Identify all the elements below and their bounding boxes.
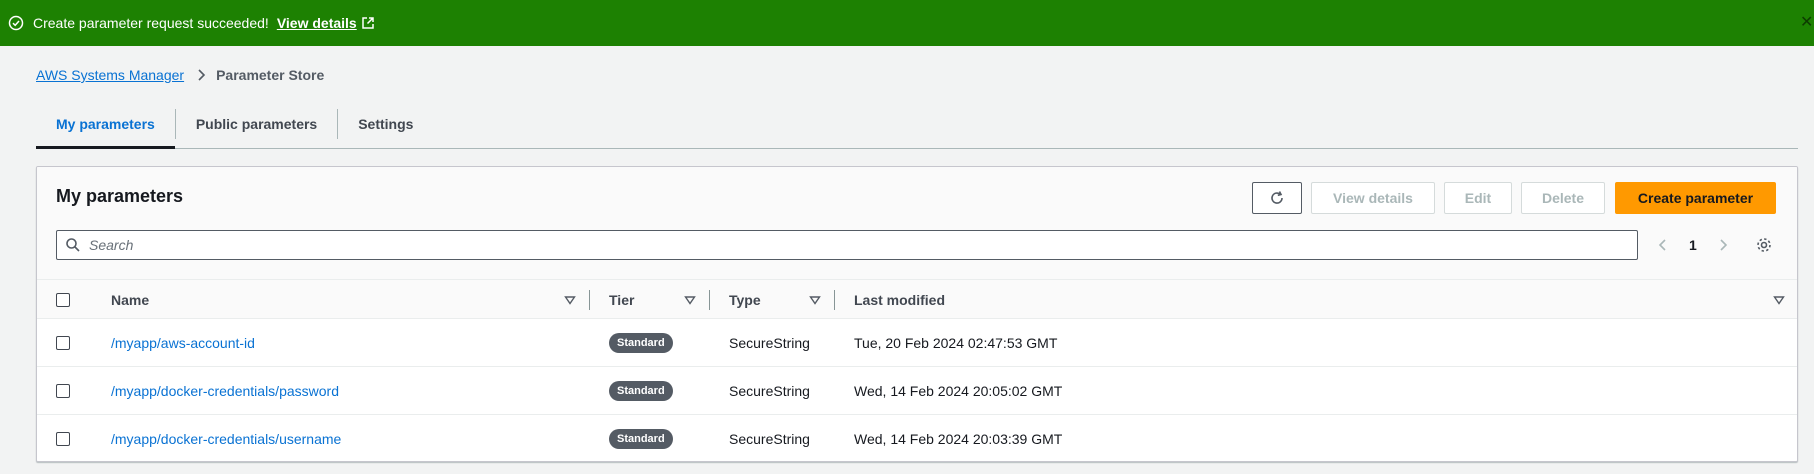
type-cell: SecureString — [729, 335, 810, 351]
search-icon — [66, 238, 80, 252]
column-divider[interactable] — [709, 290, 710, 310]
search-input[interactable] — [89, 237, 1589, 253]
breadcrumb-systems-manager[interactable]: AWS Systems Manager — [36, 67, 184, 83]
parameter-name-link[interactable]: /myapp/aws-account-id — [111, 335, 255, 351]
sort-icon[interactable] — [1772, 293, 1786, 307]
sort-icon[interactable] — [683, 293, 697, 307]
parameter-name-link[interactable]: /myapp/docker-credentials/username — [111, 431, 341, 447]
close-icon[interactable]: ✕ — [1800, 14, 1814, 32]
flash-message: Create parameter request succeeded! — [33, 15, 269, 31]
sort-icon[interactable] — [808, 293, 822, 307]
panel-header: My parameters View details Edit Delete C… — [37, 167, 1797, 279]
table-header: Name Tier Type Last modified — [37, 279, 1797, 319]
tab-settings[interactable]: Settings — [338, 100, 433, 148]
column-header-name[interactable]: Name — [111, 280, 149, 320]
parameter-name-link[interactable]: /myapp/docker-credentials/password — [111, 383, 339, 399]
gear-icon[interactable] — [1755, 230, 1773, 260]
type-cell: SecureString — [729, 431, 810, 447]
view-details-link-label: View details — [276, 15, 357, 31]
create-parameter-button[interactable]: Create parameter — [1615, 182, 1776, 214]
column-header-tier[interactable]: Tier — [609, 280, 634, 320]
tier-badge: Standard — [609, 333, 673, 353]
column-divider[interactable] — [589, 290, 590, 310]
refresh-icon — [1271, 191, 1283, 204]
tab-public-parameters[interactable]: Public parameters — [176, 100, 337, 148]
parameters-panel: My parameters View details Edit Delete C… — [36, 166, 1798, 462]
search-box — [56, 230, 1638, 260]
tier-badge: Standard — [609, 429, 673, 449]
chevron-right-icon — [196, 69, 206, 81]
last-modified-cell: Wed, 14 Feb 2024 20:05:02 GMT — [854, 383, 1063, 399]
row-checkbox[interactable] — [56, 336, 70, 350]
check-circle-icon — [8, 15, 24, 31]
type-cell: SecureString — [729, 383, 810, 399]
tier-badge: Standard — [609, 381, 673, 401]
previous-page-icon[interactable] — [1657, 230, 1669, 260]
sort-icon[interactable] — [563, 293, 577, 307]
column-divider[interactable] — [834, 290, 835, 310]
breadcrumb-parameter-store: Parameter Store — [216, 67, 325, 83]
success-flash-bar: Create parameter request succeeded! View… — [0, 0, 1814, 46]
next-page-icon[interactable] — [1717, 230, 1729, 260]
breadcrumb: AWS Systems Manager Parameter Store — [36, 67, 324, 83]
table-row[interactable]: /myapp/docker-credentials/password Stand… — [37, 367, 1797, 415]
select-all-checkbox[interactable] — [56, 293, 70, 307]
row-checkbox[interactable] — [56, 384, 70, 398]
view-details-link[interactable]: View details — [277, 15, 375, 31]
last-modified-cell: Wed, 14 Feb 2024 20:03:39 GMT — [854, 431, 1063, 447]
table-row[interactable]: /myapp/aws-account-id Standard SecureStr… — [37, 319, 1797, 367]
column-header-last-modified[interactable]: Last modified — [854, 280, 945, 320]
row-checkbox[interactable] — [56, 432, 70, 446]
panel-title: My parameters — [56, 186, 184, 206]
column-header-type[interactable]: Type — [729, 280, 761, 320]
external-link-icon — [361, 17, 374, 29]
table-row[interactable]: /myapp/docker-credentials/username Stand… — [37, 415, 1797, 461]
page-number[interactable]: 1 — [1689, 230, 1697, 260]
edit-button[interactable]: Edit — [1444, 182, 1512, 214]
view-details-button[interactable]: View details — [1311, 182, 1435, 214]
refresh-button[interactable] — [1252, 182, 1302, 214]
tab-my-parameters[interactable]: My parameters — [36, 100, 175, 149]
tab-bar: My parameters Public parameters Settings — [36, 100, 1798, 149]
last-modified-cell: Tue, 20 Feb 2024 02:47:53 GMT — [854, 335, 1058, 351]
delete-button[interactable]: Delete — [1521, 182, 1605, 214]
